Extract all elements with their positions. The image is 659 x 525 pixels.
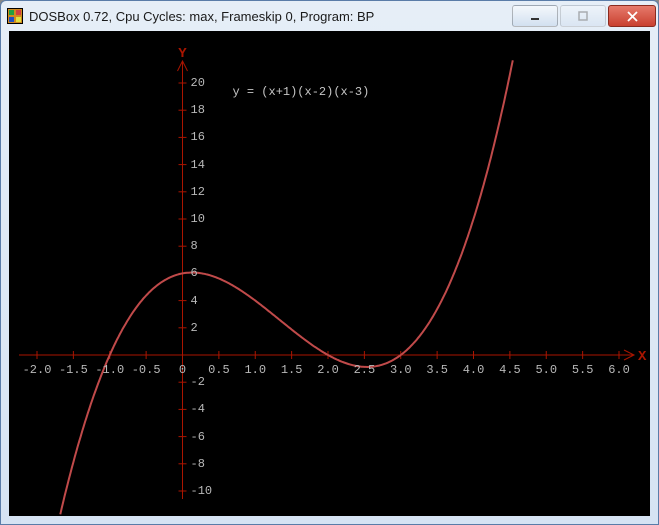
y-tick-label: 8	[191, 239, 215, 253]
window-controls	[510, 5, 656, 27]
y-tick-label: 18	[191, 103, 215, 117]
maximize-icon	[578, 11, 588, 21]
x-tick-label: 3.0	[390, 363, 412, 377]
y-tick-label: 20	[191, 76, 215, 90]
x-tick-label: 5.5	[572, 363, 594, 377]
minimize-icon	[530, 11, 540, 21]
x-tick-label: 2.0	[317, 363, 339, 377]
minimize-button[interactable]	[512, 5, 558, 27]
plot-svg: Y X	[9, 31, 650, 516]
x-tick-label: 6.0	[608, 363, 630, 377]
close-button[interactable]	[608, 5, 656, 27]
dosbox-icon	[7, 8, 23, 24]
y-tick-label: -2	[191, 375, 215, 389]
y-tick-label: -4	[191, 402, 215, 416]
x-tick-label: 5.0	[535, 363, 557, 377]
y-tick-label: -10	[191, 484, 215, 498]
x-tick-label: 1.5	[281, 363, 303, 377]
y-tick-label: -6	[191, 430, 215, 444]
x-tick-label: 2.5	[354, 363, 376, 377]
y-tick-label: 4	[191, 294, 215, 308]
x-tick-label: -1.0	[95, 363, 124, 377]
y-tick-label: 12	[191, 185, 215, 199]
x-tick-label: 4.5	[499, 363, 521, 377]
window-title: DOSBox 0.72, Cpu Cycles: max, Frameskip …	[29, 9, 510, 24]
x-tick-label: -0.5	[132, 363, 161, 377]
x-tick-label: 0	[179, 363, 186, 377]
equation-label: y = (x+1)(x-2)(x-3)	[233, 85, 370, 99]
titlebar[interactable]: DOSBox 0.72, Cpu Cycles: max, Frameskip …	[1, 1, 658, 31]
maximize-button[interactable]	[560, 5, 606, 27]
x-tick-label: -2.0	[23, 363, 52, 377]
svg-text:X: X	[638, 349, 647, 365]
y-tick-label: 16	[191, 130, 215, 144]
y-tick-label: 6	[191, 266, 215, 280]
y-tick-label: 10	[191, 212, 215, 226]
x-tick-label: 4.0	[463, 363, 485, 377]
x-tick-label: 1.0	[244, 363, 266, 377]
close-icon	[627, 11, 638, 22]
x-tick-label: 3.5	[426, 363, 448, 377]
x-tick-label: -1.5	[59, 363, 88, 377]
y-tick-label: -8	[191, 457, 215, 471]
plot-area: Y X y = (x+1)(x-2)(x-3) -2.0 -1.5 -1.0 -0.5…	[9, 31, 650, 516]
plot-canvas-wrap: Y X y = (x+1)(x-2)(x-3) -2.0 -1.5 -1.0 -0.5…	[9, 31, 650, 516]
y-tick-label: 14	[191, 158, 215, 172]
svg-text:Y: Y	[178, 46, 187, 62]
y-tick-label: 2	[191, 321, 215, 335]
app-window: DOSBox 0.72, Cpu Cycles: max, Frameskip …	[0, 0, 659, 525]
